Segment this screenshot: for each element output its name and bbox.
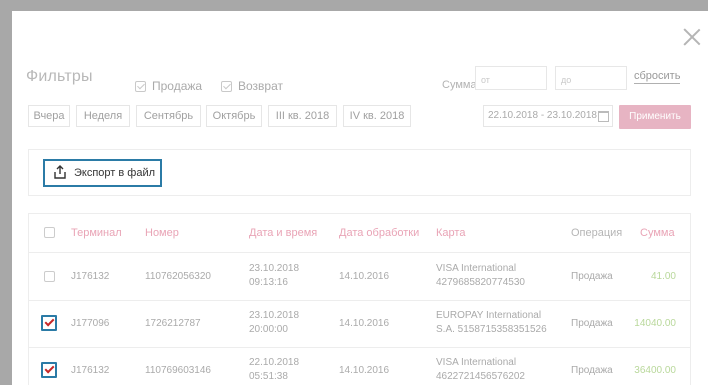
cell-processed: 14.10.2016 (339, 365, 390, 376)
table-row[interactable]: J176132 110762056320 23.10.2018 09:13:16… (29, 253, 690, 301)
cell-operation: Продажа (571, 365, 613, 376)
period-october-button[interactable]: Октябрь (206, 105, 262, 127)
reset-link[interactable]: сбросить (634, 69, 681, 84)
calendar-icon (598, 111, 609, 122)
transactions-table: Терминал Номер Дата и время Дата обработ… (28, 213, 691, 385)
export-panel: Экспорт в файл (28, 149, 691, 196)
return-filter-checkbox[interactable]: Возврат (221, 79, 283, 93)
apply-button[interactable]: Применить (619, 105, 691, 129)
close-icon[interactable] (680, 25, 704, 49)
cell-number: 1726212787 (145, 318, 201, 329)
date-range-value: 22.10.2018 - 23.10.2018 (488, 110, 597, 121)
checkbox-icon (221, 80, 232, 92)
row-checkbox[interactable] (41, 315, 57, 331)
header-operation[interactable]: Операция (571, 227, 622, 239)
header-processed[interactable]: Дата обработки (339, 227, 419, 239)
cell-time: 09:13:16 (249, 277, 288, 288)
cell-amount: 41.00 (650, 271, 676, 282)
sale-filter-label: Продажа (152, 79, 203, 93)
header-datetime[interactable]: Дата и время (249, 227, 317, 239)
cell-terminal: J176132 (71, 365, 110, 376)
cell-time: 05:51:38 (249, 371, 288, 382)
export-button[interactable]: Экспорт в файл (43, 159, 162, 187)
cell-date: 23.10.2018 (249, 263, 300, 274)
table-row[interactable]: J176132 110769603146 22.10.2018 05:51:38… (29, 347, 690, 385)
cell-card-type: EUROPAY International (436, 310, 542, 321)
period-q3-button[interactable]: III кв. 2018 (268, 105, 337, 127)
sale-filter-checkbox[interactable]: Продажа (135, 79, 202, 93)
cell-card-type: VISA International (436, 263, 517, 274)
period-september-button[interactable]: Сентябрь (136, 105, 201, 127)
sum-to-input[interactable]: до (555, 66, 627, 90)
cell-processed: 14.10.2016 (339, 271, 390, 282)
cell-terminal: J176132 (71, 271, 110, 282)
period-yesterday-button[interactable]: Вчера (28, 105, 70, 127)
cell-date: 23.10.2018 (249, 310, 300, 321)
sum-from-input[interactable]: от (475, 66, 547, 90)
cell-card-number: S.A. 5158715358351526 (436, 324, 547, 335)
header-amount[interactable]: Сумма (640, 227, 675, 239)
filter-modal: Фильтры Продажа Возврат Сумма от до сбро… (12, 11, 708, 385)
cell-processed: 14.10.2016 (339, 318, 390, 329)
cell-date: 22.10.2018 (249, 357, 300, 368)
cell-time: 20:00:00 (249, 324, 288, 335)
header-card[interactable]: Карта (436, 227, 465, 239)
cell-number: 110769603146 (145, 365, 211, 376)
date-range-input[interactable]: 22.10.2018 - 23.10.2018 (483, 105, 613, 127)
period-week-button[interactable]: Неделя (76, 105, 130, 127)
return-filter-label: Возврат (238, 79, 283, 93)
cell-number: 110762056320 (145, 271, 211, 282)
export-button-label: Экспорт в файл (74, 167, 156, 179)
cell-card-number: 4279685820774530 (436, 277, 525, 288)
header-terminal[interactable]: Терминал (71, 227, 122, 239)
period-q4-button[interactable]: IV кв. 2018 (343, 105, 411, 127)
cell-amount: 14040.00 (634, 318, 676, 329)
header-number[interactable]: Номер (145, 227, 179, 239)
cell-card-number: 4622721456576202 (436, 371, 525, 382)
checkbox-icon (135, 80, 146, 92)
cell-operation: Продажа (571, 318, 613, 329)
row-checkbox[interactable] (41, 362, 57, 378)
cell-terminal: J177096 (71, 318, 110, 329)
table-header: Терминал Номер Дата и время Дата обработ… (29, 214, 690, 253)
table-row[interactable]: J177096 1726212787 23.10.2018 20:00:00 1… (29, 300, 690, 348)
cell-amount: 36400.00 (634, 365, 676, 376)
sum-label: Сумма (442, 79, 477, 91)
cell-card-type: VISA International (436, 357, 517, 368)
row-checkbox[interactable] (44, 271, 55, 282)
cell-operation: Продажа (571, 271, 613, 282)
filters-title: Фильтры (26, 68, 93, 85)
select-all-checkbox[interactable] (44, 227, 55, 238)
upload-icon (54, 165, 66, 179)
